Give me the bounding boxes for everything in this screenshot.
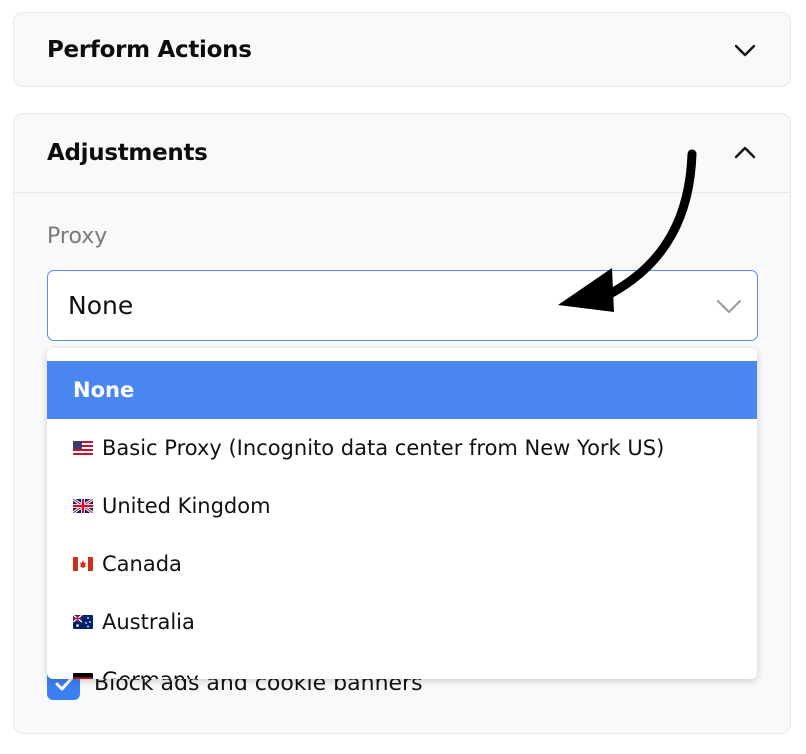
dropdown-option-germany[interactable]: Germany [47,651,757,679]
uk-flag-icon [73,499,93,513]
perform-actions-section: Perform Actions [13,12,791,87]
canada-flag-icon [73,557,93,571]
dropdown-option-basic-proxy[interactable]: Basic Proxy (Incognito data center from … [47,419,757,477]
perform-actions-title: Perform Actions [47,36,252,63]
option-label: Australia [102,610,195,634]
dropdown-option-canada[interactable]: Canada [47,535,757,593]
adjustments-header[interactable]: Adjustments [14,114,790,192]
germany-flag-icon [73,673,93,679]
chevron-down-icon [717,300,741,313]
dropdown-option-none[interactable]: None [47,361,757,419]
chevron-down-icon[interactable] [733,38,757,62]
section-divider [14,192,790,193]
proxy-dropdown-list: None Basic Proxy (Incognito data center … [47,348,757,679]
option-label: Canada [102,552,182,576]
adjustments-title: Adjustments [47,140,208,166]
dropdown-option-united-kingdom[interactable]: United Kingdom [47,477,757,535]
australia-flag-icon [73,615,93,629]
proxy-select[interactable]: None [47,270,758,341]
option-label: Germany [102,668,199,679]
option-label: Basic Proxy (Incognito data center from … [102,436,665,460]
option-label: None [73,378,135,402]
us-flag-icon [73,441,93,455]
dropdown-option-australia[interactable]: Australia [47,593,757,651]
option-label: United Kingdom [102,494,271,518]
chevron-up-icon[interactable] [733,141,757,165]
proxy-select-value: None [68,291,134,320]
perform-actions-header[interactable]: Perform Actions [14,13,790,86]
proxy-label: Proxy [47,224,108,249]
